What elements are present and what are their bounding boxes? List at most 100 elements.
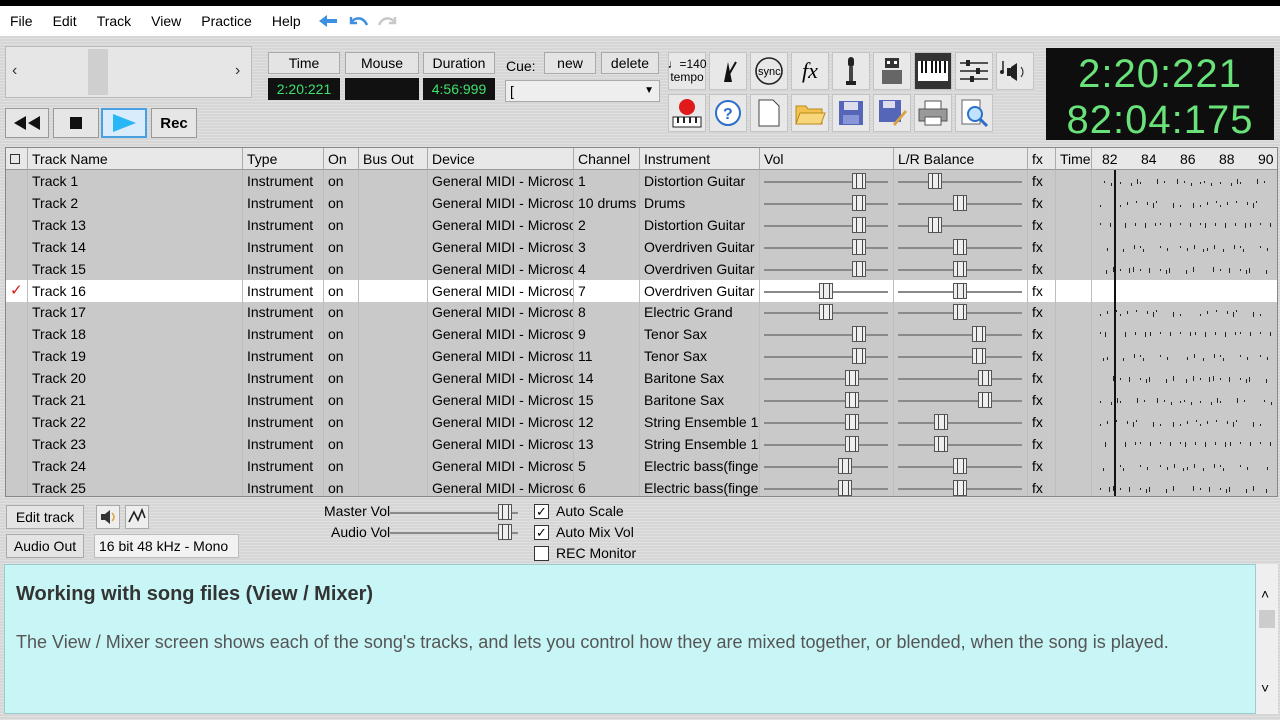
slider-knob[interactable] (845, 435, 860, 452)
track-instrument-cell[interactable]: Distortion Guitar (640, 213, 760, 236)
track-volume-slider[interactable] (760, 454, 894, 477)
slider-knob[interactable] (953, 194, 967, 211)
track-fx-cell[interactable]: fx (1028, 323, 1056, 346)
track-balance-slider[interactable] (894, 257, 1028, 280)
record-button[interactable]: Rec (151, 108, 197, 138)
row-check-cell[interactable] (6, 389, 28, 411)
column-header-vol[interactable]: Vol (760, 148, 894, 170)
track-row[interactable]: Track 17 Instrument on General MIDI - Micro… (6, 301, 1277, 324)
save-button[interactable] (832, 94, 870, 132)
track-device-cell[interactable]: General MIDI - Microso (428, 213, 574, 236)
track-device-cell[interactable]: General MIDI - Microso (428, 410, 574, 433)
slider-knob[interactable] (845, 392, 860, 408)
mixer-button[interactable] (955, 52, 993, 90)
track-instrument-cell[interactable]: String Ensemble 1 (640, 410, 760, 433)
track-instrument-cell[interactable]: Tenor Sax (640, 345, 760, 368)
help-button[interactable]: ? (709, 94, 747, 132)
track-row[interactable]: Track 15 Instrument on General MIDI - Micro… (6, 257, 1277, 280)
track-device-cell[interactable]: General MIDI - Microso (428, 191, 574, 214)
track-channel-cell[interactable]: 13 (574, 432, 640, 455)
track-row[interactable]: Track 2 Instrument on General MIDI - Micros… (6, 191, 1277, 214)
row-check-cell[interactable] (6, 367, 28, 390)
row-check-cell[interactable] (6, 213, 28, 236)
slider-knob[interactable] (498, 524, 513, 540)
slider-knob[interactable] (934, 413, 949, 430)
auto-scale-checkbox[interactable]: ✓ (534, 504, 549, 519)
track-on-cell[interactable]: on (324, 345, 359, 368)
track-timeline-preview[interactable] (1092, 191, 1277, 214)
menu-file[interactable]: File (0, 6, 43, 36)
track-device-cell[interactable]: General MIDI - Microso (428, 279, 574, 302)
track-name-cell[interactable]: Track 23 (28, 432, 243, 455)
slider-knob[interactable] (852, 194, 866, 211)
audio-vol-slider[interactable] (390, 521, 520, 543)
track-instrument-cell[interactable]: Tenor Sax (640, 323, 760, 346)
track-row[interactable]: ✓ Track 16 Instrument on General MIDI - Micr… (6, 279, 1277, 302)
track-on-cell[interactable]: on (324, 279, 359, 302)
slider-knob[interactable] (845, 370, 860, 387)
track-timeline-preview[interactable] (1092, 257, 1277, 280)
row-check-cell[interactable] (6, 235, 28, 258)
selected-check-icon[interactable]: ✓ (6, 279, 28, 302)
track-row[interactable]: Track 21 Instrument on General MIDI - Micro… (6, 389, 1277, 411)
track-device-cell[interactable]: General MIDI - Microso (428, 345, 574, 368)
track-name-cell[interactable]: Track 14 (28, 235, 243, 258)
track-volume-slider[interactable] (760, 170, 894, 192)
column-header-device[interactable]: Device (428, 148, 574, 170)
column-header-name[interactable]: Track Name (28, 148, 243, 170)
track-instrument-cell[interactable]: Overdriven Guitar (640, 279, 760, 302)
track-instrument-cell[interactable]: Drums (640, 191, 760, 214)
cue-new-button[interactable]: new (544, 52, 596, 74)
track-on-cell[interactable]: on (324, 410, 359, 433)
column-header-instrument[interactable]: Instrument (640, 148, 760, 170)
track-channel-cell[interactable]: 12 (574, 410, 640, 433)
slider-knob[interactable] (953, 457, 967, 474)
save-as-button[interactable] (873, 94, 911, 132)
track-device-cell[interactable]: General MIDI - Microso (428, 454, 574, 477)
track-balance-slider[interactable] (894, 235, 1028, 258)
track-volume-slider[interactable] (760, 235, 894, 258)
track-timeline-preview[interactable] (1092, 235, 1277, 258)
track-channel-cell[interactable]: 7 (574, 279, 640, 302)
speaker-note-button[interactable] (996, 52, 1034, 90)
track-fx-cell[interactable]: fx (1028, 235, 1056, 258)
keyboard-button[interactable] (914, 52, 952, 90)
track-device-cell[interactable]: General MIDI - Microso (428, 323, 574, 346)
track-name-cell[interactable]: Track 16 (28, 279, 243, 302)
row-check-cell[interactable] (6, 410, 28, 433)
track-fx-cell[interactable]: fx (1028, 301, 1056, 324)
slider-knob[interactable] (953, 304, 967, 321)
track-name-cell[interactable]: Track 20 (28, 367, 243, 390)
track-timeline-preview[interactable] (1092, 323, 1277, 346)
track-on-cell[interactable]: on (324, 454, 359, 477)
track-channel-cell[interactable]: 6 (574, 476, 640, 496)
track-row[interactable]: Track 14 Instrument on General MIDI - Micro… (6, 235, 1277, 258)
track-instrument-cell[interactable]: Electric Grand (640, 301, 760, 324)
slider-knob[interactable] (852, 173, 866, 189)
menu-edit[interactable]: Edit (43, 6, 87, 36)
track-name-cell[interactable]: Track 18 (28, 323, 243, 346)
track-channel-cell[interactable]: 10 drums (574, 191, 640, 214)
track-channel-cell[interactable]: 9 (574, 323, 640, 346)
slider-knob[interactable] (837, 479, 852, 496)
slider-knob[interactable] (934, 435, 949, 452)
cue-select[interactable]: [ ▼ (505, 80, 660, 102)
row-check-cell[interactable] (6, 301, 28, 324)
robot-button[interactable] (873, 52, 911, 90)
song-scroll-navigator[interactable]: ‹ › (5, 46, 252, 98)
metronome-button[interactable] (709, 52, 747, 90)
track-channel-cell[interactable]: 3 (574, 235, 640, 258)
column-header-type[interactable]: Type (243, 148, 324, 170)
track-instrument-cell[interactable]: Overdriven Guitar (640, 257, 760, 280)
track-on-cell[interactable]: on (324, 257, 359, 280)
track-fx-cell[interactable]: fx (1028, 170, 1056, 192)
slider-knob[interactable] (927, 216, 942, 233)
play-button[interactable] (101, 108, 147, 138)
track-on-cell[interactable]: on (324, 235, 359, 258)
track-channel-cell[interactable]: 8 (574, 301, 640, 324)
track-volume-slider[interactable] (760, 389, 894, 411)
time-label[interactable]: Time (268, 52, 340, 74)
row-check-cell[interactable] (6, 257, 28, 280)
row-check-cell[interactable] (6, 191, 28, 214)
track-balance-slider[interactable] (894, 301, 1028, 324)
